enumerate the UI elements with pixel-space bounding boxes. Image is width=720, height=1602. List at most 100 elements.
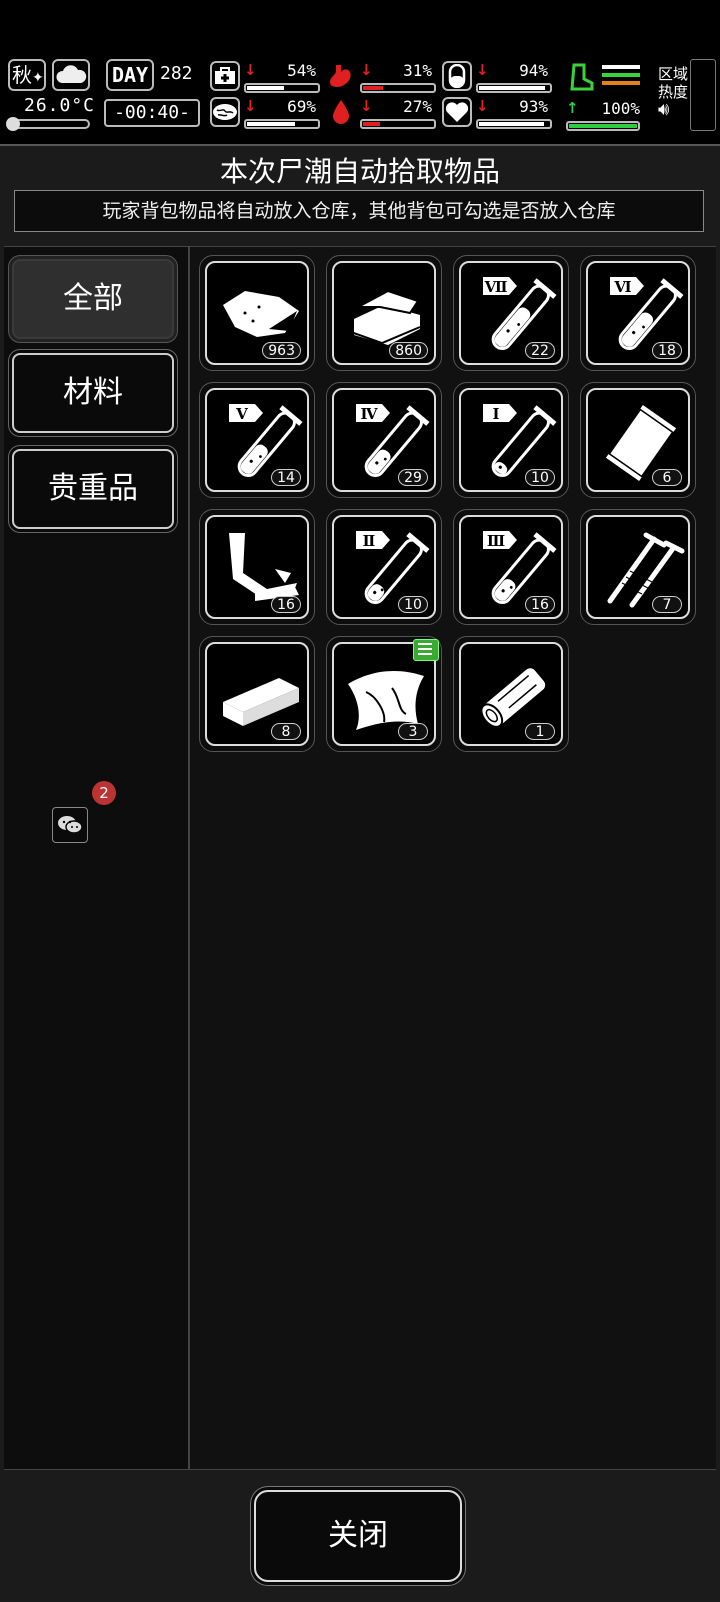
item-count: 29 xyxy=(398,469,428,486)
trend-down-icon: ↓ xyxy=(244,61,257,79)
medical-icon xyxy=(210,61,240,91)
speaker-icon[interactable]: 🔊︎ xyxy=(658,101,688,119)
item-count: 16 xyxy=(271,596,301,613)
category-materials[interactable]: 材料 xyxy=(12,353,174,433)
category-sidebar: 全部 材料 贵重品 2 xyxy=(4,247,190,1469)
item-count: 6 xyxy=(652,469,682,486)
item-slot[interactable]: 8 xyxy=(199,636,315,752)
category-all[interactable]: 全部 xyxy=(12,259,174,339)
item-slot[interactable]: Ⅶ 22 xyxy=(453,255,569,371)
season-label: 秋 xyxy=(12,63,32,87)
item-slot[interactable]: 6 xyxy=(580,382,696,498)
item-slot[interactable]: Ⅱ 10 xyxy=(326,509,442,625)
svg-text:Ⅲ: Ⅲ xyxy=(487,532,505,550)
item-frame: 963 xyxy=(205,261,309,365)
svg-text:Ⅰ: Ⅰ xyxy=(492,405,499,423)
item-slot[interactable]: Ⅵ 18 xyxy=(580,255,696,371)
item-slot[interactable]: Ⅰ 10 xyxy=(453,382,569,498)
stamina-percent: 100% xyxy=(601,99,640,118)
item-frame: Ⅱ 10 xyxy=(332,515,436,619)
item-count: 10 xyxy=(525,469,555,486)
loot-panel: 本次尸潮自动拾取物品 玩家背包物品将自动放入仓库，其他背包可勾选是否放入仓库 全… xyxy=(0,144,720,1602)
area-heat[interactable]: 区域 热度 🔊︎ xyxy=(658,65,688,119)
season-indicator: 秋✦ xyxy=(8,59,46,91)
stamina-panel: ↑ 100% xyxy=(566,59,640,131)
stomach-percent: 31% xyxy=(403,61,432,80)
item-slot[interactable]: 1 xyxy=(453,636,569,752)
medical-stat: ↓ 54% xyxy=(210,59,320,95)
boot-icon xyxy=(570,63,594,91)
category-valuables[interactable]: 贵重品 xyxy=(12,449,174,529)
item-slot[interactable]: 860 xyxy=(326,255,442,371)
item-count: 22 xyxy=(525,342,555,359)
stamina-stat: ↑ 100% xyxy=(566,97,640,133)
svg-text:Ⅳ: Ⅳ xyxy=(360,405,378,423)
item-frame: Ⅰ 10 xyxy=(459,388,563,492)
thermometer-icon xyxy=(6,117,90,131)
blood-percent: 27% xyxy=(403,97,432,116)
bottom-bar: 关闭 xyxy=(0,1470,720,1602)
chat-icon[interactable] xyxy=(52,807,88,843)
item-count: 16 xyxy=(525,596,555,613)
item-count: 8 xyxy=(271,723,301,740)
item-count: 860 xyxy=(389,342,428,359)
svg-text:Ⅴ: Ⅴ xyxy=(235,405,248,423)
item-count: 10 xyxy=(398,596,428,613)
notice-banner: 玩家背包物品将自动放入仓库，其他背包可勾选是否放入仓库 xyxy=(14,190,704,232)
blood-stat: ↓ 27% xyxy=(326,95,436,131)
item-frame: 16 xyxy=(205,515,309,619)
stomach-stat: ↓ 31% xyxy=(326,59,436,95)
status-hud: 秋✦ 26.0°C DAY 282 -00:40- ↓ 54% ↓ 31% ↓ 94% ↓ 6… xyxy=(0,55,720,135)
pill-percent: 94% xyxy=(519,61,548,80)
pill-bar xyxy=(476,83,552,93)
svg-text:Ⅱ: Ⅱ xyxy=(363,532,376,550)
blood-bar xyxy=(360,119,436,129)
pill-stat: ↓ 94% xyxy=(442,59,552,95)
brain-bar-fill xyxy=(247,122,295,126)
trend-down-icon: ↓ xyxy=(476,97,489,115)
item-slot[interactable]: 963 xyxy=(199,255,315,371)
item-slot[interactable]: Ⅲ 16 xyxy=(453,509,569,625)
item-slot[interactable]: Ⅴ 14 xyxy=(199,382,315,498)
trend-down-icon: ↓ xyxy=(476,61,489,79)
medical-bar xyxy=(244,83,320,93)
item-slot[interactable]: 7 xyxy=(580,509,696,625)
blood-icon xyxy=(326,97,356,127)
item-frame: Ⅲ 16 xyxy=(459,515,563,619)
item-count: 14 xyxy=(271,469,301,486)
item-slot[interactable]: Ⅳ 29 xyxy=(326,382,442,498)
notification-badge: 2 xyxy=(92,781,116,805)
close-button[interactable]: 关闭 xyxy=(254,1490,462,1582)
side-panel-handle[interactable] xyxy=(690,59,716,131)
item-count: 1 xyxy=(525,723,555,740)
trend-down-icon: ↓ xyxy=(360,97,373,115)
brain-icon xyxy=(210,97,240,127)
item-slot[interactable]: 3 xyxy=(326,636,442,752)
list-tag-icon xyxy=(413,639,439,661)
temperature-readout: 26.0°C xyxy=(24,95,96,116)
item-frame: Ⅶ 22 xyxy=(459,261,563,365)
item-frame: Ⅳ 29 xyxy=(332,388,436,492)
stomach-icon xyxy=(326,61,356,91)
heart-stat: ↓ 93% xyxy=(442,95,552,131)
day-label: DAY xyxy=(106,59,154,91)
blood-bar-fill xyxy=(363,122,381,126)
panel-content: 全部 材料 贵重品 2 963 860 Ⅶ 22 Ⅵ 18 Ⅴ 14 Ⅳ 29 … xyxy=(4,246,716,1470)
item-frame: 8 xyxy=(205,642,309,746)
game-clock: -00:40- xyxy=(104,99,200,127)
trend-down-icon: ↓ xyxy=(360,61,373,79)
item-slot[interactable]: 16 xyxy=(199,509,315,625)
medical-bar-fill xyxy=(247,86,284,90)
panel-title: 本次尸潮自动拾取物品 xyxy=(219,155,500,188)
trend-up-icon: ↑ xyxy=(566,99,579,117)
item-frame: 6 xyxy=(586,388,690,492)
pill-icon xyxy=(442,61,472,91)
brain-percent: 69% xyxy=(287,97,316,116)
svg-text:Ⅵ: Ⅵ xyxy=(613,278,631,296)
item-frame: Ⅵ 18 xyxy=(586,261,690,365)
stomach-bar-fill xyxy=(363,86,384,90)
stamina-bar xyxy=(566,121,640,131)
brain-stat: ↓ 69% xyxy=(210,95,320,131)
medical-percent: 54% xyxy=(287,61,316,80)
item-frame: 860 xyxy=(332,261,436,365)
